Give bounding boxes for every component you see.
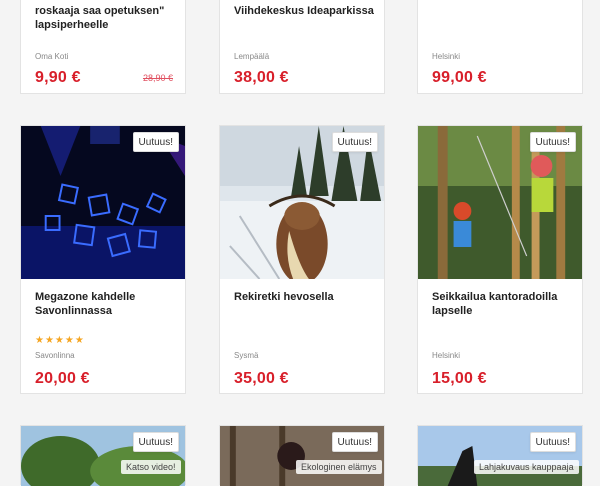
product-location: Savonlinna: [35, 351, 75, 360]
product-image[interactable]: Uutuus!: [220, 126, 384, 279]
product-card[interactable]: roskaaja saa opetuksen" lapsiperheelle O…: [20, 0, 186, 94]
product-image[interactable]: Uutuus!: [418, 126, 582, 279]
product-price: 20,00 €: [35, 370, 90, 387]
product-price: 9,90 €: [35, 69, 81, 86]
rating-stars: ★★★★★: [35, 335, 85, 346]
product-price: 35,00 €: [234, 370, 289, 387]
product-card[interactable]: Helsinki 99,00 €: [417, 0, 583, 94]
product-location: Oma Koti: [35, 52, 69, 61]
new-badge: Uutuus!: [132, 132, 179, 152]
product-card[interactable]: Uutuus! Seikkailua kantoradoilla lapsell…: [417, 125, 583, 394]
eco-overlay-label: Ekologinen elämys: [296, 460, 382, 474]
product-title[interactable]: Rekiretki hevosella: [234, 290, 374, 304]
product-image[interactable]: Uutuus! Lahjakuvaus kauppaaja: [418, 426, 582, 486]
new-badge: Uutuus!: [331, 132, 378, 152]
product-location: Helsinki: [432, 351, 461, 360]
product-card[interactable]: Uutuus! Katso video!: [20, 425, 186, 486]
product-location: Lempäälä: [234, 52, 270, 61]
product-location: Sysmä: [234, 351, 259, 360]
product-image[interactable]: Uutuus! Katso video!: [21, 426, 185, 486]
product-price: 15,00 €: [432, 370, 487, 387]
video-overlay-label[interactable]: Katso video!: [121, 460, 181, 474]
new-badge: Uutuus!: [132, 432, 179, 452]
new-badge: Uutuus!: [331, 432, 378, 452]
product-title[interactable]: Seikkailua kantoradoilla lapselle: [432, 290, 572, 318]
new-badge: Uutuus!: [529, 432, 576, 452]
product-title[interactable]: Viihdekeskus Ideaparkissa: [234, 4, 374, 18]
product-price: 99,00 €: [432, 69, 487, 86]
product-image[interactable]: Uutuus! Ekologinen elämys: [220, 426, 384, 486]
product-title[interactable]: roskaaja saa opetuksen" lapsiperheelle: [35, 4, 175, 32]
product-old-price: 28,90 €: [142, 73, 173, 83]
product-card[interactable]: Uutuus! Rekiretki hevosella Sysmä 35,00 …: [219, 125, 385, 394]
photo-overlay-label: Lahjakuvaus kauppaaja: [474, 460, 579, 474]
product-title[interactable]: Megazone kahdelle Savonlinnassa: [35, 290, 175, 318]
product-card[interactable]: Viihdekeskus Ideaparkissa Lempäälä 38,00…: [219, 0, 385, 94]
product-card[interactable]: Uutuus! Megazone kahdelle Savonlinnassa …: [20, 125, 186, 394]
product-card[interactable]: Uutuus! Lahjakuvaus kauppaaja: [417, 425, 583, 486]
new-badge: Uutuus!: [529, 132, 576, 152]
product-image[interactable]: Uutuus!: [21, 126, 185, 279]
product-location: Helsinki: [432, 52, 461, 61]
product-price: 38,00 €: [234, 69, 289, 86]
product-card[interactable]: Uutuus! Ekologinen elämys: [219, 425, 385, 486]
